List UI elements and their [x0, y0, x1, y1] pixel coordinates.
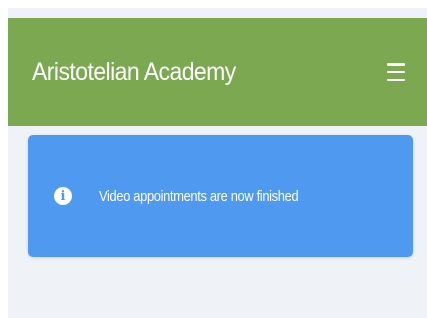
- brand-title[interactable]: Aristotelian Academy: [32, 58, 236, 87]
- info-icon-glyph: i: [60, 189, 66, 204]
- page-body: Aristotelian Academy i Video appointment…: [8, 8, 427, 318]
- menu-line-bottom: [387, 78, 405, 81]
- hamburger-menu-icon[interactable]: [387, 61, 409, 83]
- alert-message: Video appointments are now finished: [99, 187, 299, 205]
- info-icon: i: [54, 187, 72, 205]
- menu-line-top: [387, 63, 405, 66]
- menu-line-middle: [387, 70, 405, 74]
- top-navbar: Aristotelian Academy: [8, 18, 427, 126]
- info-alert: i Video appointments are now finished: [28, 135, 413, 257]
